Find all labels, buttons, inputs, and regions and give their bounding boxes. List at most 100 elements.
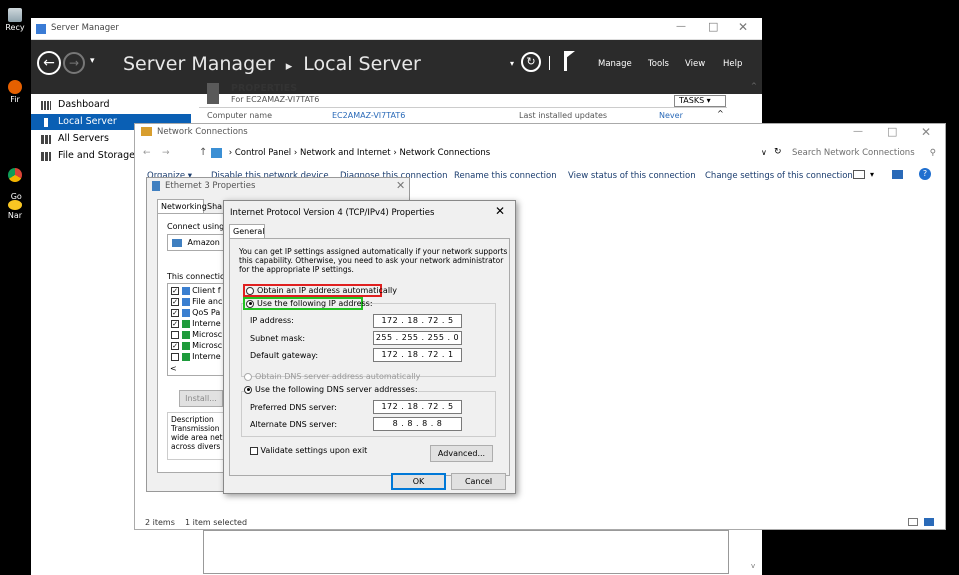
view-dropdown-icon[interactable]: ▾ [870,170,874,179]
install-button[interactable]: Install... [179,390,223,407]
menu-help[interactable]: Help [723,59,742,69]
button-label: Cancel [464,477,493,486]
view-status-button[interactable]: View status of this connection [568,171,696,181]
history-dropdown-icon[interactable]: ▾ [90,56,95,66]
use-following-ip-radio[interactable]: Use the following IP address: [243,297,373,310]
subnet-mask-field[interactable]: 255 . 255 . 255 . 0 [373,331,462,345]
minimize-button[interactable]: — [853,126,863,137]
button-label: Install... [185,394,217,403]
large-icons-view-icon[interactable] [924,518,934,526]
adapter-box: Amazon E [167,234,227,251]
close-button[interactable]: ✕ [921,125,931,139]
close-button[interactable]: ✕ [495,204,505,218]
window-title: Server Manager [51,23,119,33]
scroll-left-icon[interactable]: < [170,364,177,373]
breadcrumb-network-internet[interactable]: Network and Internet [300,148,391,158]
preferred-dns-field[interactable]: 172 . 18 . 72 . 5 [373,400,462,414]
ip-address-field[interactable]: 172 . 18 . 72 . 5 [373,314,462,328]
list-item[interactable]: ✓ Interne [171,319,221,328]
local-server-icon [44,118,48,127]
close-button[interactable]: ✕ [738,20,748,34]
checkbox[interactable]: ✓ [171,286,179,295]
menu-tools[interactable]: Tools [648,59,669,69]
preview-pane-icon[interactable] [892,170,903,179]
radio-button[interactable] [246,299,254,308]
breadcrumb-root[interactable]: Server Manager [123,53,275,75]
narrator-icon [8,200,22,210]
maximize-button[interactable]: □ [708,20,718,33]
close-button[interactable]: ✕ [396,179,405,192]
intro-text: You can get IP settings assigned automat… [239,247,507,274]
obtain-dns-auto-radio[interactable]: Obtain DNS server address automatically [244,372,420,381]
up-arrow-icon[interactable]: ↑ [199,147,207,158]
back-arrow-icon[interactable]: ← [143,148,151,158]
obtain-ip-auto-radio[interactable]: Obtain an IP address automatically [243,284,397,297]
page-title: Local Server [303,53,421,75]
use-following-dns-radio[interactable]: Use the following DNS server addresses: [244,385,418,394]
tasks-dropdown[interactable]: TASKS ▾ [674,95,726,107]
radio-button[interactable] [244,372,252,381]
maximize-button[interactable]: □ [887,125,897,138]
address-bar[interactable]: › Control Panel › Network and Internet ›… [211,145,768,161]
ok-button[interactable]: OK [391,473,446,490]
collapse-icon[interactable]: ^ [717,109,724,118]
desktop-icon-firefox[interactable]: Fir [0,80,30,104]
search-input[interactable]: Search Network Connections ⚲ [789,145,939,161]
checkbox[interactable]: ✓ [171,297,179,306]
radio-button[interactable] [246,286,254,295]
desktop-icon-label: Fir [10,95,20,104]
list-item[interactable]: ✓ Microsc [171,341,222,350]
change-settings-button[interactable]: Change settings of this connection [705,171,853,181]
desktop-icon-recycle-bin[interactable]: Recy [0,8,30,32]
alternate-dns-field[interactable]: 8 . 8 . 8 . 8 [373,417,462,431]
checkbox[interactable]: ✓ [171,319,179,328]
radio-button[interactable] [244,385,252,394]
address-dropdown-icon[interactable]: ∨ [761,148,767,157]
back-arrow-icon[interactable]: ← [37,51,61,75]
list-item[interactable]: Microsc [171,330,222,339]
list-item[interactable]: ✓ QoS Pa [171,308,220,317]
menu-view[interactable]: View [685,59,705,69]
checkbox[interactable] [171,352,179,361]
minimize-button[interactable]: — [676,21,686,32]
forward-arrow-icon[interactable]: → [63,52,85,74]
checkbox[interactable]: ✓ [171,341,179,350]
rename-button[interactable]: Rename this connection [454,171,557,181]
list-item[interactable]: Interne [171,352,221,361]
default-gateway-field[interactable]: 172 . 18 . 72 . 1 [373,348,462,362]
refresh-dropdown-icon[interactable]: ▾ [510,59,514,68]
divider [549,56,550,70]
help-icon[interactable]: ? [919,168,931,180]
recycle-bin-icon [8,8,22,22]
property-row-divider [199,107,727,108]
details-view-icon[interactable] [908,518,918,526]
menu-manage[interactable]: Manage [598,59,632,69]
checkbox[interactable]: ✓ [171,308,179,317]
list-item[interactable]: ✓ Client f [171,286,221,295]
advanced-button[interactable]: Advanced... [430,445,493,462]
sidebar-item-dashboard[interactable]: Dashboard [31,97,191,113]
desktop-icon-narrator[interactable]: Nar [0,200,30,220]
list-item[interactable]: ✓ File anc [171,297,222,306]
checkbox-label: Validate settings upon exit [260,446,368,455]
default-gateway-label: Default gateway: [250,351,319,360]
checkbox[interactable] [250,446,258,455]
list-item-label: QoS Pa [192,308,221,317]
tab-label: Networking [161,202,207,211]
tab-networking[interactable]: Networking [157,199,207,214]
refresh-icon[interactable]: ↻ [774,147,782,157]
checkbox[interactable] [171,330,179,339]
breadcrumb-control-panel[interactable]: Control Panel [235,148,291,158]
refresh-icon[interactable]: ↻ [521,52,541,72]
view-options-icon[interactable] [853,170,865,179]
breadcrumb-network-connections[interactable]: Network Connections [399,148,490,158]
scrollbar-down-icon[interactable]: v [751,562,755,570]
tab-sharing[interactable]: Sha [204,200,224,214]
scrollbar-up-icon[interactable]: ^ [751,82,757,90]
forward-arrow-icon[interactable]: → [162,148,170,158]
tab-general[interactable]: General [229,224,265,239]
computer-name-link[interactable]: EC2AMAZ-VI7TAT6 [332,111,405,120]
validate-settings-checkbox[interactable]: Validate settings upon exit [250,446,367,455]
cancel-button[interactable]: Cancel [451,473,506,490]
last-updates-link[interactable]: Never [659,111,683,120]
